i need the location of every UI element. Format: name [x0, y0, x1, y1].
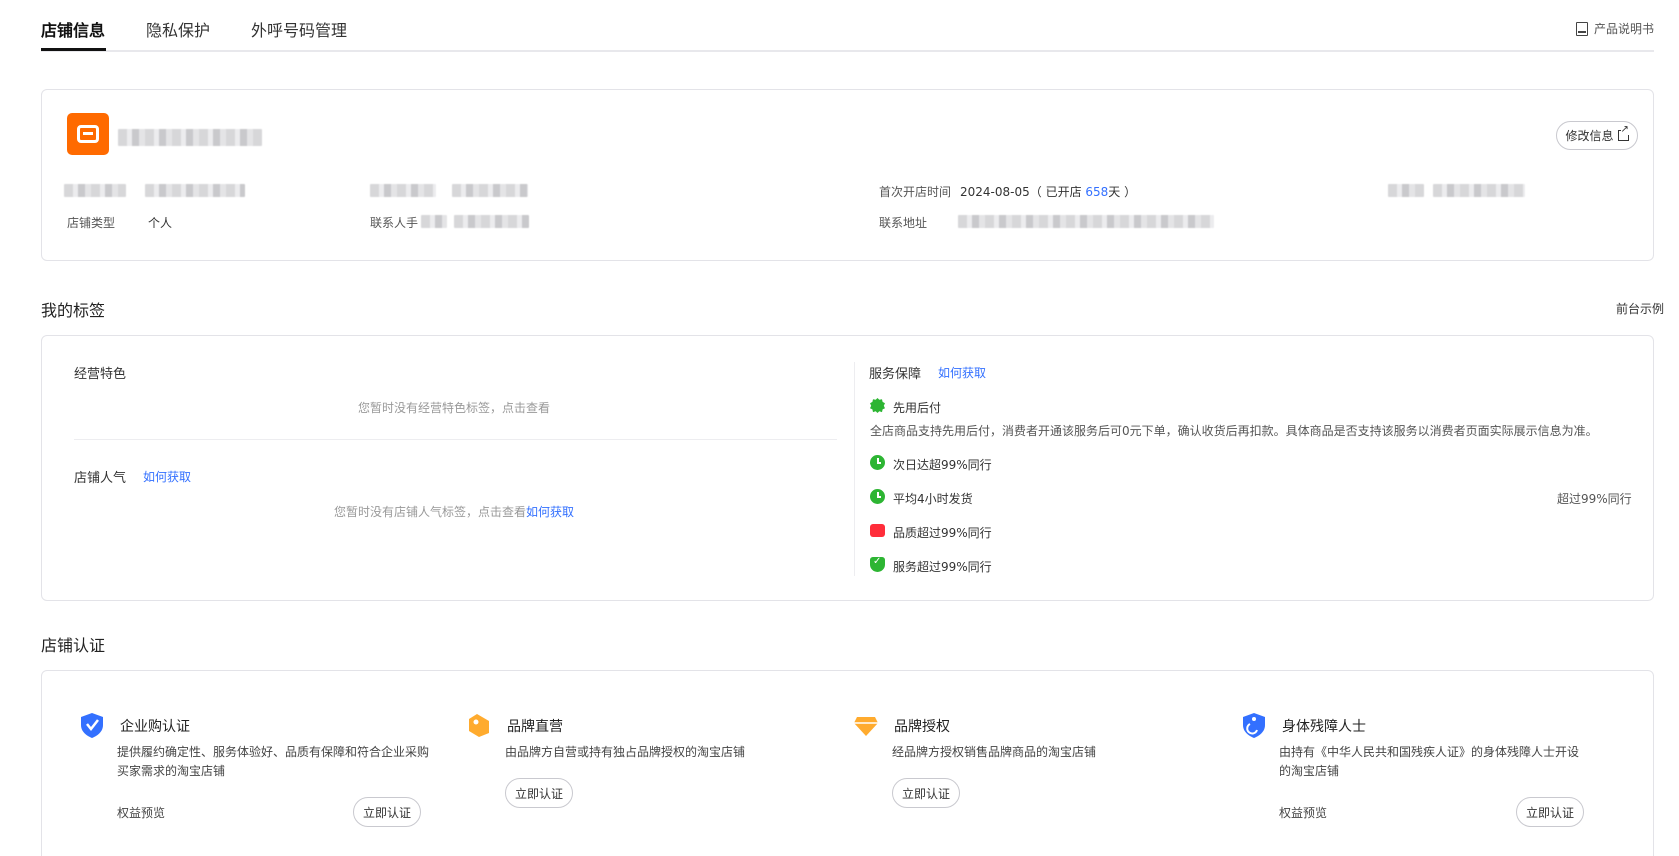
cert-desc-disability: 由持有《中华人民共和国残疾人证》的身体残障人士开设的淘宝店铺 [1279, 745, 1580, 778]
service-item-quality: 品质超过99%同行 [893, 526, 992, 540]
edit-info-button[interactable]: 修改信息 [1556, 121, 1638, 150]
redacted-contact-label [421, 215, 447, 228]
cert-desc-enterprise: 提供履约确定性、服务体验好、品质有保障和符合企业采购买家需求的淘宝店铺 [117, 745, 430, 778]
shop-info-card [41, 89, 1654, 261]
contact-phone-label: 联系人手 [370, 216, 419, 230]
open-prefix: （ 已开店 [1029, 185, 1086, 199]
tags-divider [74, 439, 837, 440]
brand-tag-icon [469, 714, 489, 737]
certify-brand-direct-button[interactable]: 立即认证 [505, 778, 573, 808]
first-open-label: 首次开店时间 [879, 185, 952, 199]
popularity-title: 店铺人气 [74, 471, 127, 486]
open-suffix: 天 ） [1108, 185, 1137, 199]
redacted-address [958, 215, 1214, 228]
service-title: 服务保障 [869, 367, 922, 382]
cert-name-brand-direct: 品牌直营 [507, 719, 563, 735]
redacted-value-3 [1433, 184, 1525, 197]
certs-section-title: 店铺认证 [41, 636, 106, 655]
tags-vertical-divider [854, 362, 855, 576]
benefit-preview-disability[interactable]: 权益预览 [1279, 804, 1327, 821]
tags-card [41, 335, 1654, 601]
redacted-label-3 [1388, 184, 1424, 197]
service-how-link[interactable]: 如何获取 [938, 364, 986, 381]
certify-disability-button[interactable]: 立即认证 [1516, 797, 1584, 827]
tab-privacy[interactable]: 隐私保护 [146, 17, 210, 41]
accessibility-icon [1243, 713, 1265, 738]
tags-section-title: 我的标签 [41, 301, 106, 320]
book-icon [1575, 21, 1588, 36]
service-item-shipping: 平均4小时发货 [893, 492, 973, 506]
popularity-empty-text: 您暂时没有店铺人气标签，点击查看如何获取 [334, 503, 574, 520]
popularity-empty-how-link[interactable]: 如何获取 [526, 505, 574, 519]
pay-later-desc: 全店商品支持先用后付，消费者开通该服务后可0元下单，确认收货后再扣款。具体商品是… [870, 424, 1598, 438]
service-item-service: 服务超过99%同行 [893, 560, 992, 574]
clock-icon [870, 455, 885, 470]
first-open-date: 2024-08-05 [960, 185, 1030, 199]
certify-enterprise-button[interactable]: 立即认证 [353, 797, 421, 827]
redacted-contact-value [454, 215, 529, 228]
features-empty-text[interactable]: 您暂时没有经营特色标签，点击查看 [358, 399, 550, 416]
redacted-label-1 [64, 184, 126, 197]
shop-type-label: 店铺类型 [67, 216, 116, 230]
features-title: 经营特色 [74, 367, 127, 382]
open-days: 658 [1085, 185, 1109, 199]
redacted-value-2 [452, 184, 528, 197]
storefront-example-link[interactable]: 前台示例 [1616, 300, 1664, 317]
shop-name-redacted [118, 129, 262, 146]
thumb-up-icon [870, 524, 885, 537]
external-link-icon [1617, 125, 1629, 141]
cert-name-brand-auth: 品牌授权 [894, 719, 950, 735]
service-item-pay-later: 先用后付 [893, 401, 942, 415]
top-tabbar: 店铺信息 隐私保护 外呼号码管理 产品说明书 [41, 0, 1654, 52]
redacted-label-2 [370, 184, 436, 197]
shop-logo-icon [77, 125, 99, 143]
cert-desc-brand-auth: 经品牌方授权销售品牌商品的淘宝店铺 [892, 745, 1097, 759]
service-item-next-day: 次日达超99%同行 [893, 458, 992, 472]
shipping-right-text: 超过99%同行 [1557, 492, 1632, 506]
tab-call-number[interactable]: 外呼号码管理 [251, 17, 347, 41]
edit-info-label: 修改信息 [1565, 129, 1614, 143]
brand-diamond-icon [854, 717, 878, 736]
cert-desc-brand-direct: 由品牌方自营或持有独占品牌授权的淘宝店铺 [505, 745, 746, 759]
tab-shop-info[interactable]: 店铺信息 [41, 17, 105, 41]
shield-check-icon [870, 556, 885, 572]
product-manual-label: 产品说明书 [1593, 22, 1654, 36]
shop-logo [67, 113, 109, 155]
product-manual-link[interactable]: 产品说明书 [1575, 20, 1654, 37]
cert-name-enterprise: 企业购认证 [120, 719, 190, 735]
first-open-value: 2024-08-05（ 已开店 658天 ） [960, 183, 1136, 200]
redacted-value-1 [145, 184, 245, 197]
popularity-how-link[interactable]: 如何获取 [143, 468, 191, 485]
certify-brand-auth-button[interactable]: 立即认证 [892, 778, 960, 808]
cert-name-disability: 身体残障人士 [1282, 719, 1366, 735]
address-label: 联系地址 [879, 216, 928, 230]
active-tab-indicator [41, 48, 106, 51]
enterprise-shield-icon [81, 713, 103, 738]
popularity-empty-label: 您暂时没有店铺人气标签，点击查看 [334, 505, 527, 519]
shop-type-value: 个人 [148, 216, 173, 230]
benefit-preview-enterprise[interactable]: 权益预览 [117, 804, 165, 821]
clock-icon [870, 489, 885, 504]
